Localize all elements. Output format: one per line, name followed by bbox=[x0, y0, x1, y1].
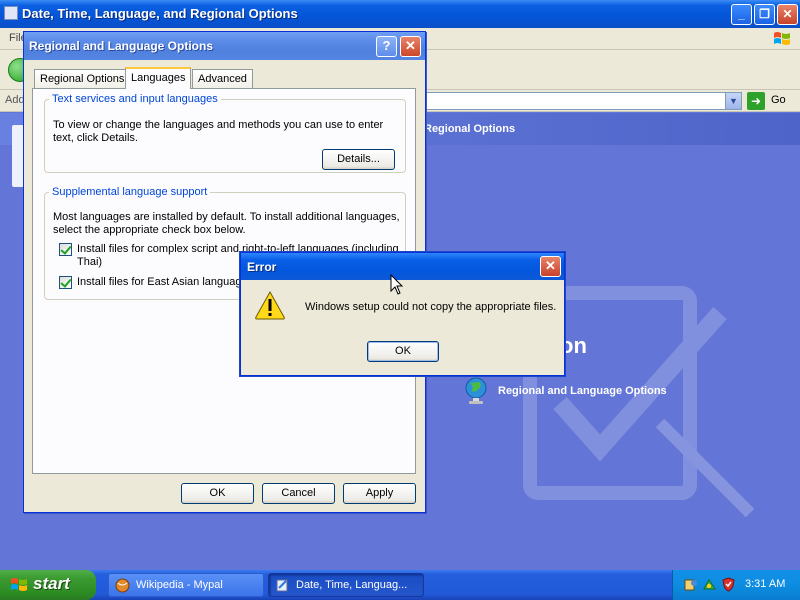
ok-button[interactable]: OK bbox=[181, 483, 254, 504]
rlo-close-button[interactable]: ✕ bbox=[400, 36, 421, 57]
go-button[interactable]: ➜ Go bbox=[747, 92, 797, 110]
tab-advanced[interactable]: Advanced bbox=[192, 69, 253, 89]
folder-icon bbox=[4, 6, 18, 20]
east-asian-checkbox[interactable] bbox=[59, 276, 72, 289]
text-services-legend: Text services and input languages bbox=[52, 93, 218, 105]
text-services-description-2: text, click Details. bbox=[53, 132, 138, 144]
address-label: Add bbox=[5, 94, 25, 106]
east-asian-label: Install files for East Asian languages bbox=[77, 276, 254, 288]
start-button[interactable]: start bbox=[0, 570, 96, 600]
taskbar-item-wikipedia-label: Wikipedia - Mypal bbox=[136, 579, 223, 591]
rlo-title-bar[interactable]: Regional and Language Options ? ✕ bbox=[24, 32, 425, 60]
explorer-title: Date, Time, Language, and Regional Optio… bbox=[22, 6, 298, 21]
regional-language-task-link[interactable]: Regional and Language Options bbox=[464, 377, 704, 407]
text-services-description-1: To view or change the languages and meth… bbox=[53, 119, 384, 131]
explorer-close-button[interactable]: ✕ bbox=[777, 4, 798, 25]
supplemental-legend: Supplemental language support bbox=[52, 186, 208, 198]
regional-language-task-label: Regional and Language Options bbox=[498, 385, 667, 397]
warning-icon bbox=[255, 290, 285, 320]
error-close-button[interactable]: ✕ bbox=[540, 256, 561, 277]
taskbar-item-date-time-label: Date, Time, Languag... bbox=[296, 579, 408, 591]
chevron-down-icon[interactable]: ▼ bbox=[725, 93, 741, 109]
tab-languages[interactable]: Languages bbox=[125, 67, 192, 89]
browser-icon bbox=[115, 578, 130, 593]
text-services-group: Text services and input languages To vie… bbox=[44, 93, 406, 173]
help-button[interactable]: ? bbox=[376, 36, 397, 57]
minimize-button[interactable]: _ bbox=[731, 4, 752, 25]
network-icon[interactable] bbox=[702, 577, 717, 592]
category-band-title: Regional Options bbox=[424, 123, 516, 135]
cancel-button[interactable]: Cancel bbox=[262, 483, 335, 504]
go-arrow-icon: ➜ bbox=[747, 92, 765, 110]
error-message: Windows setup could not copy the appropr… bbox=[305, 301, 557, 313]
start-label: start bbox=[33, 574, 70, 593]
complex-script-checkbox[interactable] bbox=[59, 243, 72, 256]
supplemental-description-1: Most languages are installed by default.… bbox=[53, 211, 400, 223]
error-ok-button[interactable]: OK bbox=[367, 341, 439, 362]
shield-icon[interactable] bbox=[721, 577, 736, 592]
taskbar: start Wikipedia - Mypal Date, Time, Lang… bbox=[0, 570, 800, 600]
supplemental-description-2: select the appropriate check box below. bbox=[53, 224, 246, 236]
error-dialog: Error ✕ Windows setup could not copy the… bbox=[240, 252, 565, 376]
apply-button[interactable]: Apply bbox=[343, 483, 416, 504]
error-title: Error bbox=[247, 260, 277, 274]
clock: 3:31 AM bbox=[745, 578, 786, 590]
tray-icon[interactable] bbox=[683, 577, 698, 592]
globe-icon bbox=[465, 377, 487, 404]
system-tray: 3:31 AM bbox=[672, 570, 800, 600]
windows-flag-icon bbox=[11, 578, 27, 591]
address-input[interactable]: ▼ bbox=[420, 92, 742, 110]
control-panel-icon bbox=[276, 579, 288, 592]
taskbar-item-date-time[interactable]: Date, Time, Languag... bbox=[268, 573, 424, 597]
explorer-title-bar[interactable]: Date, Time, Language, and Regional Optio… bbox=[0, 0, 800, 28]
mouse-cursor-icon bbox=[390, 274, 404, 295]
complex-script-label-2: Thai) bbox=[77, 256, 103, 268]
rlo-title: Regional and Language Options bbox=[29, 39, 214, 53]
maximize-button[interactable]: ❐ bbox=[754, 4, 775, 25]
taskbar-item-wikipedia[interactable]: Wikipedia - Mypal bbox=[108, 573, 264, 597]
tab-regional-options[interactable]: Regional Options bbox=[34, 69, 131, 89]
details-button[interactable]: Details... bbox=[322, 149, 395, 170]
go-label: Go bbox=[771, 94, 786, 106]
xp-logo-icon bbox=[774, 32, 790, 45]
